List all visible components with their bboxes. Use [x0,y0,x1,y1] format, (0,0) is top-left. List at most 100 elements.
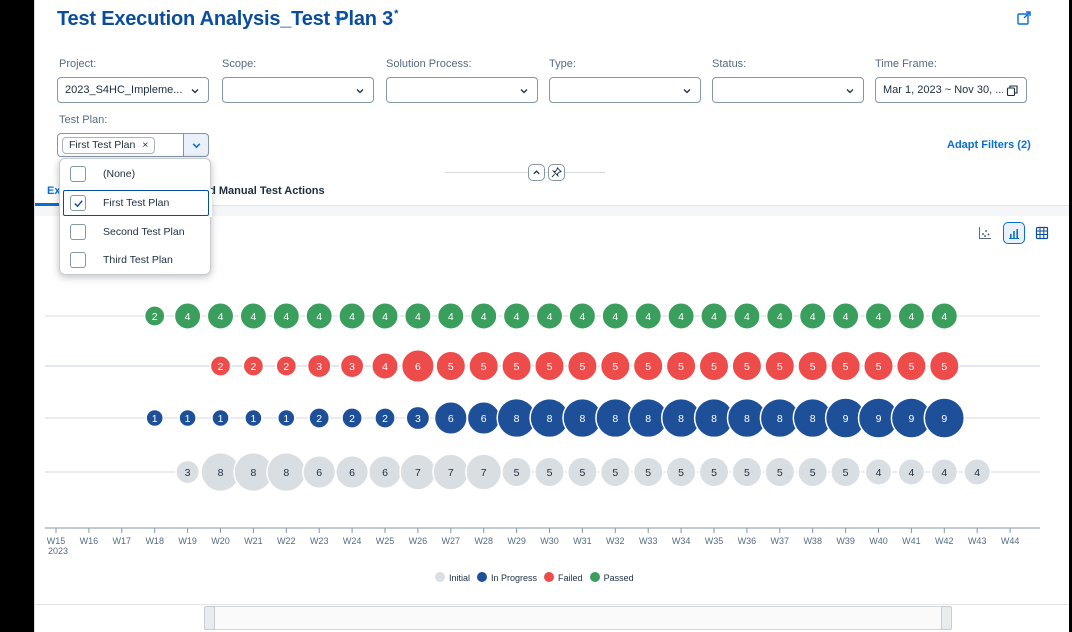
slider-top-line [35,604,1069,605]
token-remove-icon[interactable]: × [142,139,148,151]
x-tick-label: W37 [771,536,790,546]
solution-process-select[interactable] [386,77,538,103]
bubble-value-label: 3 [185,467,191,479]
dropdown-item-none[interactable]: (None) [60,160,212,188]
bubble-value-label: 8 [810,413,816,425]
chevron-down-icon [683,89,691,94]
status-select[interactable] [712,77,864,103]
bubble-value-label: 5 [843,361,849,373]
checkbox[interactable] [70,166,86,182]
x-tick-label: W39 [836,536,855,546]
scope-select[interactable] [222,77,374,103]
bubble-value-label: 4 [908,467,914,479]
checkbox[interactable] [70,252,86,268]
bubble-value-label: 4 [349,311,355,323]
share-icon[interactable] [1016,10,1032,26]
x-tick-label: W18 [145,536,164,546]
bubble-value-label: 2 [152,311,158,323]
time-range-slider[interactable] [35,600,1069,632]
bubble-value-label: 4 [185,311,191,323]
bubble-value-label: 4 [777,311,783,323]
legend-item-in-progress[interactable]: In Progress [477,572,538,583]
bubble-value-label: 8 [678,413,684,425]
x-tick-label: W40 [869,536,888,546]
time-frame-picker[interactable]: Mar 1, 2023 ~ Nov 30, ... [875,77,1027,103]
bubble-value-label: 4 [810,311,816,323]
legend-item-passed[interactable]: Passed [589,572,634,583]
filter-label-scope: Scope: [222,58,257,70]
x-tick-label: W29 [507,536,526,546]
checkmark-icon [74,200,83,208]
bubble-value-label: 5 [579,361,585,373]
legend-swatch [544,572,555,582]
slider-left-handle[interactable] [204,606,215,630]
bubble-value-label: 4 [612,311,618,323]
slider-right-handle[interactable] [941,606,952,630]
x-tick-label: W24 [343,536,362,546]
bubble-value-label: 5 [777,361,783,373]
bubble-value-label: 4 [316,311,322,323]
bubble-value-label: 5 [941,361,947,373]
legend-label: In Progress [491,573,538,583]
bubble-value-label: 5 [514,467,520,479]
bubble-value-label: 4 [547,311,553,323]
x-tick-label: W32 [606,536,625,546]
dropdown-item-first-test-plan[interactable]: First Test Plan [60,189,212,217]
legend-item-initial[interactable]: Initial [435,572,470,583]
bubble-value-label: 3 [415,413,421,425]
legend-item-failed[interactable]: Failed [544,572,583,583]
checkbox[interactable] [70,195,86,211]
bubble-value-label: 5 [645,467,651,479]
test-plan-dropdown-button[interactable] [183,133,209,157]
bubble-value-label: 7 [448,467,454,479]
x-tick-label: W22 [277,536,296,546]
dropdown-item-label: First Test Plan [103,197,170,209]
dropdown-item-second-test-plan[interactable]: Second Test Plan [60,218,212,246]
legend-label: Failed [558,573,583,583]
x-tick-label: W17 [113,536,132,546]
copy-icon[interactable] [1006,84,1019,97]
bubble-value-label: 4 [744,311,750,323]
bubble-value-label: 9 [876,413,882,425]
bubble-value-label: 8 [645,413,651,425]
bubble-value-label: 3 [316,361,322,373]
bubble-value-label: 8 [711,413,717,425]
bubble-value-label: 6 [349,467,355,479]
chevron-down-icon[interactable] [332,12,346,26]
dropdown-item-third-test-plan[interactable]: Third Test Plan [60,246,212,274]
bubble-value-label: 3 [349,361,355,373]
page-title[interactable]: Test Execution Analysis_Test Plan 3* [57,8,398,31]
test-plan-dropdown: (None) First Test Plan Second Test Plan … [59,158,212,275]
bubble-value-label: 5 [711,361,717,373]
bubble-value-label: 5 [876,361,882,373]
test-plan-token[interactable]: First Test Plan × [62,137,156,154]
chevron-down-icon [846,89,854,94]
app-frame: Test Execution Analysis_Test Plan 3* Pro… [34,0,1069,632]
legend-swatch [477,572,488,582]
project-select[interactable]: 2023_S4HC_Impleme... [57,77,209,103]
bubble-value-label: 5 [744,467,750,479]
bubble-value-label: 4 [218,311,224,323]
scatter-view-button[interactable] [974,222,996,244]
tab-manual-test-actions[interactable]: ed Manual Test Actions [203,185,325,197]
legend-label: Passed [603,573,634,583]
dropdown-item-label: Second Test Plan [103,226,185,238]
bubble-value-label: 1 [218,413,224,425]
type-select[interactable] [549,77,701,103]
bubble-value-label: 4 [908,311,914,323]
test-plan-multiinput[interactable]: First Test Plan × [57,133,183,157]
test-plan-token-label: First Test Plan [69,139,136,151]
bubble-view-button[interactable] [1003,222,1025,244]
filter-label-status: Status: [712,58,747,70]
bubble-value-label: 2 [250,361,256,373]
x-tick-label: W23 [310,536,329,546]
bubble-value-label: 5 [843,467,849,479]
checkbox[interactable] [70,224,86,240]
bubble-value-label: 2 [316,413,322,425]
bubble-value-label: 5 [547,467,553,479]
bubble-value-label: 8 [579,413,585,425]
adapt-filters-link[interactable]: Adapt Filters (2) [947,139,1031,151]
bubble-value-label: 4 [382,311,388,323]
x-tick-label: W25 [376,536,395,546]
table-view-button[interactable] [1031,222,1053,244]
